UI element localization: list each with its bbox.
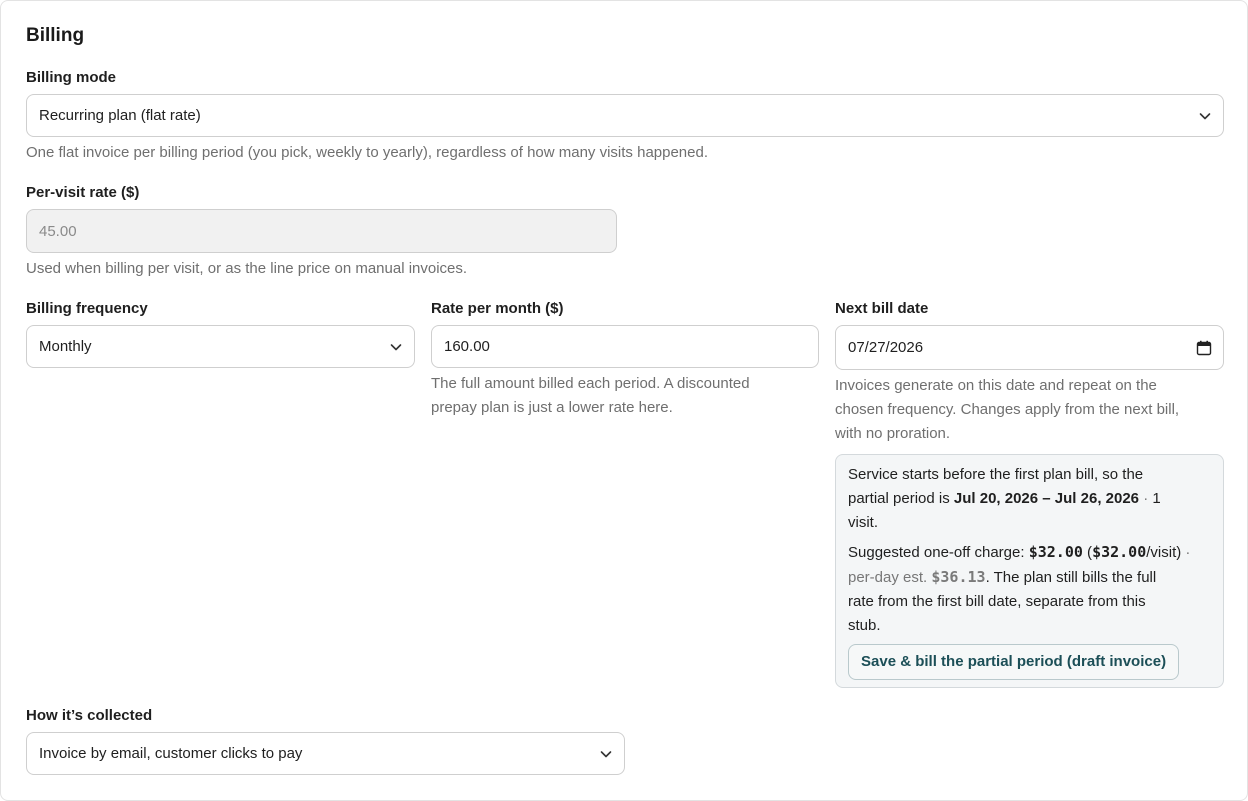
billing-mode-label: Billing mode [26,69,116,86]
plan-note: . The plan still bills the full [985,569,1157,586]
billing-mode-value: Recurring plan (flat rate) [39,107,201,124]
per-visit-suffix: /visit) [1146,544,1182,561]
partial-period-note: Service starts before the first plan bil… [835,454,1224,688]
suggested-label: Suggested one-off charge: [848,544,1029,561]
rate-per-month-value: 160.00 [444,338,490,355]
next-bill-help-line: with no proration. [835,425,951,442]
next-bill-date-input[interactable]: 07/27/2026 [835,325,1224,370]
billing-mode-select[interactable]: Recurring plan (flat rate) [26,94,1224,137]
separator-dot: · [1181,544,1191,561]
chevron-down-icon [600,750,612,757]
calendar-icon[interactable] [1196,340,1212,356]
billing-frequency-label: Billing frequency [26,300,148,317]
billing-card: Billing Billing mode Recurring plan (fla… [0,0,1248,801]
plan-note: rate from the first bill date, separate … [848,593,1146,610]
per-visit-rate-help: Used when billing per visit, or as the l… [26,260,468,277]
billing-mode-help: One flat invoice per billing period (you… [26,144,709,161]
per-day-label: per-day est. [848,569,932,586]
chevron-down-icon [1199,112,1211,119]
chevron-down-icon [390,343,402,350]
per-day-amount: $36.13 [931,568,986,586]
next-bill-date-label: Next bill date [835,300,929,317]
partial-period-range: Jul 20, 2026 – Jul 26, 2026 [953,490,1140,507]
partial-period-summary: Service starts before the first plan bil… [848,463,1211,535]
visit-count: 1 [1152,490,1161,507]
per-visit-rate-value: 45.00 [39,222,77,240]
per-visit-rate-input[interactable]: 45.00 [26,209,617,253]
section-title: Billing [26,25,85,46]
billing-frequency-value: Monthly [39,338,92,355]
next-bill-help-line: Invoices generate on this date and repea… [835,377,1157,394]
plan-note: stub. [848,617,881,634]
open-paren: ( [1082,544,1093,561]
bill-partial-period-button[interactable]: Save & bill the partial period (draft in… [848,644,1180,680]
partial-intro-pre: partial period is [848,490,954,507]
rate-per-month-label: Rate per month ($) [431,300,564,317]
separator-dot: · [1139,490,1153,507]
next-bill-help-line: chosen frequency. Changes apply from the… [835,401,1180,418]
per-visit-rate-label: Per-visit rate ($) [26,184,140,201]
rate-help-line: The full amount billed each period. A di… [431,375,750,392]
collection-method-select[interactable]: Invoice by email, customer clicks to pay [26,732,625,775]
rate-help-line: prepay plan is just a lower rate here. [431,399,673,416]
collection-method-value: Invoice by email, customer clicks to pay [39,745,303,762]
suggested-amount: $32.00 [1028,543,1083,561]
suggested-charge: Suggested one-off charge: $32.00 ($32.00… [848,540,1211,638]
per-visit-amount: $32.00 [1092,543,1147,561]
collection-method-label: How it’s collected [26,707,153,724]
rate-per-month-help: The full amount billed each period. A di… [431,372,750,420]
visit-count-unit: visit. [848,514,878,531]
rate-per-month-input[interactable]: 160.00 [431,325,819,368]
next-bill-date-help: Invoices generate on this date and repea… [835,374,1179,446]
next-bill-date-value: 07/27/2026 [848,339,924,356]
billing-frequency-select[interactable]: Monthly [26,325,415,368]
partial-intro: Service starts before the first plan bil… [848,466,1144,483]
